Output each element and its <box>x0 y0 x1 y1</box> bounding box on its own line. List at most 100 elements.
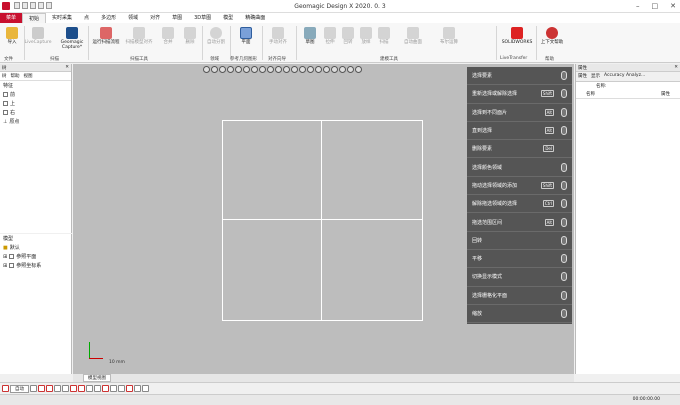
tab-display[interactable]: 显示 <box>591 73 600 80</box>
menu-item[interactable]: 删除要素 Del <box>467 140 572 159</box>
tab-exact-surface[interactable]: 精确曲面 <box>239 13 271 23</box>
boolean-button[interactable]: 布尔运算 <box>434 27 464 45</box>
import-button[interactable]: 导入 <box>0 27 24 45</box>
maximize-icon[interactable]: □ <box>652 2 659 10</box>
manual-align-button[interactable]: 手动对齐 <box>264 27 292 45</box>
expand-icon[interactable]: ⊞ <box>3 263 7 269</box>
sketch-filter-icon[interactable] <box>94 385 101 392</box>
menu-item[interactable]: 选择颜色领域 <box>467 158 572 177</box>
tab-model-view[interactable]: 模型视图 <box>83 374 111 382</box>
color-icon[interactable] <box>307 66 314 73</box>
scan-align-button[interactable]: 扫描模型对齐 <box>124 27 154 45</box>
tab-model[interactable]: 模型 <box>217 13 239 23</box>
checkbox-icon[interactable] <box>3 110 8 115</box>
loft-button[interactable]: 扫描 <box>372 27 396 45</box>
tree-item-front[interactable]: 前 <box>0 90 71 99</box>
plane-filter-icon[interactable] <box>102 385 109 392</box>
body-filter-icon[interactable] <box>62 385 69 392</box>
tree-item-origin[interactable]: ⊥ 原点 <box>0 117 71 126</box>
coordinate-filter-icon[interactable] <box>118 385 125 392</box>
model-item-ref-cs[interactable]: ⊞ 参照坐标系 <box>0 261 71 270</box>
menu-item[interactable]: 回转 <box>467 232 572 250</box>
lasso-icon[interactable] <box>251 66 258 73</box>
tab-live-capture[interactable]: 实时采集 <box>46 13 78 23</box>
menu-item[interactable]: 解除拖选领域的选择 Ctrl <box>467 195 572 214</box>
vertex-filter-icon[interactable] <box>86 385 93 392</box>
menu-item[interactable]: 重新选择或解除选择 Shift <box>467 85 572 104</box>
3d-viewport[interactable]: 选择要素 重新选择或解除选择 Shift 选择到不同面片 Alt 直到选择 Alt 删… <box>73 64 574 374</box>
poly-filter-icon[interactable] <box>46 385 53 392</box>
plane-button[interactable]: 平面 <box>234 27 258 45</box>
tab-file[interactable]: 菜单 <box>0 13 23 23</box>
tree-item-top[interactable]: 上 <box>0 99 71 108</box>
more-icon[interactable] <box>355 66 362 73</box>
fit-icon[interactable] <box>235 66 242 73</box>
filter-icon[interactable] <box>267 66 274 73</box>
geomagic-capture-button[interactable]: Geomagic Capture* <box>58 27 86 50</box>
checkbox-icon[interactable] <box>3 101 8 106</box>
section-icon[interactable] <box>291 66 298 73</box>
curve-filter-icon[interactable] <box>126 385 133 392</box>
tab-point[interactable]: 点 <box>78 13 95 23</box>
checkbox-icon[interactable] <box>9 263 15 268</box>
tree-item-right[interactable]: 右 <box>0 108 71 117</box>
measure-icon[interactable] <box>142 385 149 392</box>
point-filter-icon[interactable] <box>38 385 45 392</box>
select-mode-icon[interactable] <box>2 385 9 392</box>
menu-item[interactable]: 选择到不同面片 Alt <box>467 104 572 122</box>
mesh-filter-icon[interactable] <box>134 385 141 392</box>
display-icon[interactable] <box>275 66 282 73</box>
auto-segment-button[interactable]: 自动分割 <box>204 27 228 45</box>
menu-item[interactable]: 选择要素 <box>467 67 572 86</box>
context-help-button[interactable]: 上下文帮助 <box>538 27 566 45</box>
menu-item[interactable]: 切换显示模式 <box>467 268 572 287</box>
tab-region[interactable]: 领域 <box>122 13 144 23</box>
visibility-icon[interactable] <box>323 66 330 73</box>
menu-item[interactable]: 拖动选择领域的添加 Shift <box>467 177 572 196</box>
tab-sketch[interactable]: 草图 <box>166 13 188 23</box>
tab-view[interactable]: 视图 <box>24 73 33 79</box>
close-icon[interactable]: ✕ <box>674 65 678 70</box>
tab-align[interactable]: 对齐 <box>144 13 166 23</box>
measure-icon[interactable] <box>299 66 306 73</box>
tab-polygon[interactable]: 多边形 <box>95 13 122 23</box>
minimize-icon[interactable]: – <box>636 2 640 10</box>
checkbox-icon[interactable] <box>9 254 15 259</box>
menu-item[interactable]: 拖选范围区间 Alt <box>467 213 572 232</box>
close-icon[interactable]: ✕ <box>670 2 676 10</box>
model-item-default[interactable]: ■ 默认 <box>0 243 71 252</box>
solidworks-button[interactable]: SOLIDWORKS <box>500 27 534 45</box>
tab-home[interactable]: 初始 <box>22 13 47 23</box>
close-icon[interactable]: ✕ <box>65 65 69 70</box>
auto-surface-button[interactable]: 自动曲面 <box>398 27 428 45</box>
tab-help[interactable]: 帮助 <box>11 73 20 79</box>
pan-icon[interactable] <box>219 66 226 73</box>
brush-icon[interactable] <box>259 66 266 73</box>
mode-dropdown[interactable]: 自动 <box>10 384 29 393</box>
filter-icon[interactable] <box>30 385 37 392</box>
layer-icon[interactable] <box>331 66 338 73</box>
tab-tree[interactable]: 树 <box>2 73 7 79</box>
view-cube-icon[interactable] <box>203 66 210 73</box>
edge-filter-icon[interactable] <box>78 385 85 392</box>
tab-accuracy-analyzer[interactable]: Accuracy Analyz... <box>604 73 645 80</box>
tab-3d-sketch[interactable]: 3D草图 <box>188 13 217 23</box>
face-filter-icon[interactable] <box>70 385 77 392</box>
scan-wizard-button[interactable]: 运行扫描流程 <box>90 27 122 45</box>
checkbox-icon[interactable] <box>3 92 8 97</box>
settings-icon[interactable] <box>339 66 346 73</box>
region-filter-icon[interactable] <box>54 385 61 392</box>
delete-button[interactable]: 删除 <box>178 27 202 45</box>
menu-item[interactable]: 缩放 <box>467 305 572 324</box>
rotate-icon[interactable] <box>211 66 218 73</box>
menu-item[interactable]: 直到选择 Alt <box>467 122 572 141</box>
menu-item[interactable]: 平移 <box>467 250 572 269</box>
zoom-icon[interactable] <box>227 66 234 73</box>
model-item-ref-plane[interactable]: ⊞ 参照平面 <box>0 252 71 261</box>
expand-icon[interactable]: ⊞ <box>3 254 7 260</box>
menu-item[interactable]: 选择栅格化平面 <box>467 287 572 305</box>
grid-icon[interactable] <box>315 66 322 73</box>
merge-button[interactable]: 合并 <box>156 27 180 45</box>
vector-filter-icon[interactable] <box>110 385 117 392</box>
tab-properties[interactable]: 属性 <box>578 73 587 80</box>
